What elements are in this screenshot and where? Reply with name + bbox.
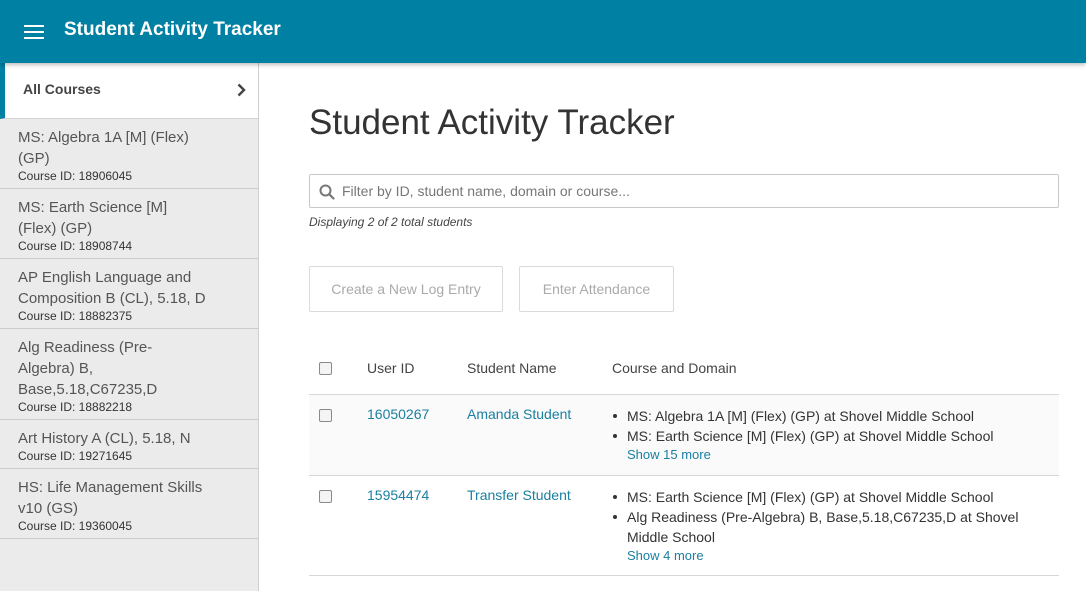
course-id: Course ID: 18906045 xyxy=(18,169,133,183)
user-id-link[interactable]: 16050267 xyxy=(367,406,429,422)
page-title: Student Activity Tracker xyxy=(309,103,675,142)
student-name-link[interactable]: Transfer Student xyxy=(467,487,571,503)
filter-input[interactable] xyxy=(342,177,1042,205)
course-sidebar: All Courses MS: Algebra 1A [M] (Flex) (G… xyxy=(0,63,259,591)
course-list-item: MS: Algebra 1A [M] (Flex) (GP) at Shovel… xyxy=(612,406,1032,426)
show-more-link[interactable]: Show 4 more xyxy=(627,548,704,563)
search-icon xyxy=(319,184,335,200)
main-content: Student Activity Tracker Displaying 2 of… xyxy=(259,63,1086,591)
course-id: Course ID: 18908744 xyxy=(18,239,133,253)
course-name: AP English Language and Composition B (C… xyxy=(18,269,206,307)
course-list: MS: Earth Science [M] (Flex) (GP) at Sho… xyxy=(612,487,1032,547)
app-header: Student Activity Tracker xyxy=(0,0,1086,63)
course-name: Alg Readiness (Pre-Algebra) B, Base,5.18… xyxy=(18,339,158,398)
course-list-item: MS: Earth Science [M] (Flex) (GP) at Sho… xyxy=(612,487,1032,507)
sidebar-item-all-courses[interactable]: All Courses xyxy=(0,63,258,119)
row-checkbox[interactable] xyxy=(319,490,332,503)
sidebar-item-course[interactable]: HS: Life Management Skills v10 (GS) Cour… xyxy=(0,469,258,539)
student-count: Displaying 2 of 2 total students xyxy=(309,215,473,229)
sidebar-item-course[interactable]: Alg Readiness (Pre-Algebra) B, Base,5.18… xyxy=(0,329,258,420)
create-log-entry-button[interactable]: Create a New Log Entry xyxy=(309,266,503,312)
filter-box[interactable] xyxy=(309,174,1059,208)
sidebar-item-course[interactable]: Art History A (CL), 5.18, N Course ID: 1… xyxy=(0,420,258,469)
column-header-user-id: User ID xyxy=(367,360,415,376)
course-name: Art History A (CL), 5.18, N xyxy=(18,430,191,447)
select-all-checkbox[interactable] xyxy=(319,362,332,375)
sidebar-item-course[interactable]: MS: Earth Science [M] (Flex) (GP) Course… xyxy=(0,189,258,259)
hamburger-menu-icon[interactable] xyxy=(24,25,44,39)
course-list-item: MS: Earth Science [M] (Flex) (GP) at Sho… xyxy=(612,426,1032,446)
student-name-link[interactable]: Amanda Student xyxy=(467,406,571,422)
table-header: User ID Student Name Course and Domain xyxy=(309,344,1059,395)
course-name: HS: Life Management Skills v10 (GS) xyxy=(18,479,203,517)
course-list-item: Alg Readiness (Pre-Algebra) B, Base,5.18… xyxy=(612,507,1032,547)
course-id: Course ID: 18882218 xyxy=(18,400,133,414)
table-row: 15954474 Transfer Student MS: Earth Scie… xyxy=(309,476,1059,576)
course-id: Course ID: 19360045 xyxy=(18,519,133,533)
course-name: MS: Earth Science [M] (Flex) (GP) xyxy=(18,199,168,237)
user-id-link[interactable]: 15954474 xyxy=(367,487,429,503)
chevron-right-icon xyxy=(237,83,246,97)
table-row: 16050267 Amanda Student MS: Algebra 1A [… xyxy=(309,395,1059,476)
show-more-link[interactable]: Show 15 more xyxy=(627,447,711,462)
students-table: User ID Student Name Course and Domain 1… xyxy=(309,344,1059,576)
enter-attendance-button[interactable]: Enter Attendance xyxy=(519,266,674,312)
row-checkbox[interactable] xyxy=(319,409,332,422)
course-id: Course ID: 19271645 xyxy=(18,449,133,463)
all-courses-label: All Courses xyxy=(23,81,101,97)
course-id: Course ID: 18882375 xyxy=(18,309,133,323)
course-list: MS: Algebra 1A [M] (Flex) (GP) at Shovel… xyxy=(612,406,1032,446)
sidebar-item-course[interactable]: AP English Language and Composition B (C… xyxy=(0,259,258,329)
sidebar-item-course[interactable]: MS: Algebra 1A [M] (Flex) (GP) Course ID… xyxy=(0,119,258,189)
column-header-course-domain: Course and Domain xyxy=(612,360,737,376)
app-title: Student Activity Tracker xyxy=(64,19,281,40)
course-name: MS: Algebra 1A [M] (Flex) (GP) xyxy=(18,129,189,167)
column-header-student-name: Student Name xyxy=(467,360,557,376)
